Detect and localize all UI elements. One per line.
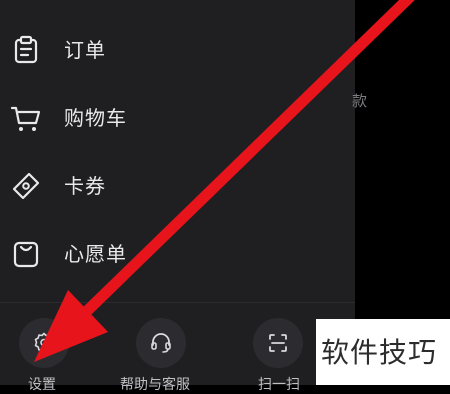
divider: [0, 302, 355, 303]
menu-item-wishlist[interactable]: 心愿单: [0, 224, 355, 284]
menu-item-label: 卡券: [64, 174, 106, 198]
settings-label: 设置: [28, 377, 56, 393]
menu-item-label: 心愿单: [64, 242, 127, 266]
menu-item-orders[interactable]: 订单: [0, 20, 355, 80]
menu-item-label: 订单: [64, 38, 106, 62]
gear-icon: [34, 332, 54, 353]
menu-item-label: 购物车: [64, 106, 127, 130]
ticket-icon: [12, 172, 40, 200]
background-peek-text: 款: [352, 92, 368, 110]
settings-button[interactable]: [19, 318, 69, 368]
clipboard-icon: [14, 35, 38, 64]
menu-item-coupons[interactable]: 卡券: [0, 156, 355, 216]
bag-icon: [13, 241, 39, 268]
headset-icon: [151, 333, 171, 353]
scan-button[interactable]: [253, 318, 303, 368]
watermark-text: 软件技巧: [321, 336, 438, 369]
help-button[interactable]: [136, 318, 186, 368]
watermark: 软件技巧: [316, 319, 450, 385]
side-drawer: 订单 购物车 卡券 心愿单 设置 帮助与客服 扫一扫: [0, 0, 355, 393]
scan-label: 扫一扫: [258, 377, 300, 393]
cart-icon: [10, 106, 41, 131]
scan-icon: [269, 334, 287, 352]
help-label: 帮助与客服: [120, 377, 190, 393]
menu-item-cart[interactable]: 购物车: [0, 88, 355, 148]
